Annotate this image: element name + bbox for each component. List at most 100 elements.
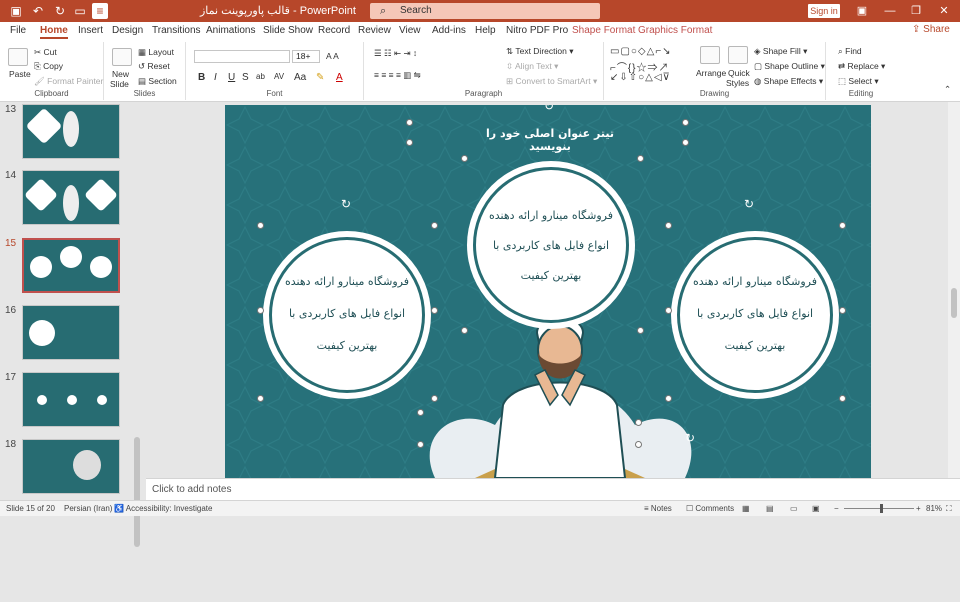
selection-handle[interactable] bbox=[257, 222, 264, 229]
tab-help[interactable]: Help bbox=[475, 25, 496, 36]
shapes-gallery[interactable]: ▭▢○◇△⌐↘ bbox=[610, 46, 672, 57]
thumbnail-slide[interactable] bbox=[22, 104, 120, 159]
thumbnail-slide-active[interactable] bbox=[22, 238, 120, 293]
font-name-box[interactable] bbox=[194, 50, 290, 63]
rotate-icon[interactable]: ↻ bbox=[544, 105, 554, 113]
highlight-icon[interactable]: ✎ bbox=[316, 72, 324, 83]
notes-button[interactable]: ≡ Notes bbox=[644, 504, 672, 513]
bold-button[interactable]: B bbox=[198, 72, 205, 83]
thumbnail-slide[interactable] bbox=[22, 372, 120, 427]
notes-pane[interactable]: Click to add notes bbox=[146, 478, 960, 500]
selection-handle[interactable] bbox=[461, 155, 468, 162]
collapse-ribbon-icon[interactable]: ⌃ bbox=[944, 84, 951, 95]
minimize-icon[interactable]: — bbox=[878, 2, 902, 20]
selection-handle[interactable] bbox=[431, 222, 438, 229]
selection-handle[interactable] bbox=[417, 409, 424, 416]
selection-handle[interactable] bbox=[417, 441, 424, 448]
undo-icon[interactable]: ↶ bbox=[30, 3, 46, 19]
selection-handle[interactable] bbox=[461, 327, 468, 334]
zoom-slider-thumb[interactable] bbox=[880, 504, 883, 513]
thumbnail-slide[interactable] bbox=[22, 439, 120, 494]
smartart-button[interactable]: ⊞ Convert to SmartArt ▾ bbox=[506, 76, 597, 87]
zoom-level[interactable]: 81% bbox=[926, 504, 942, 513]
selection-handle[interactable] bbox=[665, 222, 672, 229]
tab-addins[interactable]: Add-ins bbox=[432, 25, 466, 36]
selection-handle[interactable] bbox=[406, 139, 413, 146]
selection-handle[interactable] bbox=[682, 119, 689, 126]
thumbnail-scrollbar[interactable] bbox=[132, 207, 142, 602]
paste-icon[interactable] bbox=[8, 48, 28, 66]
fit-slide-icon[interactable]: ⛶ bbox=[946, 504, 952, 514]
cut-button[interactable]: ✂ Cut bbox=[34, 47, 57, 58]
slideshow-view-icon[interactable]: ▣ bbox=[812, 504, 820, 513]
scroll-thumb[interactable] bbox=[951, 288, 957, 318]
thumbnail-slide[interactable] bbox=[22, 305, 120, 360]
slide-sorter-icon[interactable]: ▤ bbox=[766, 504, 774, 513]
copy-button[interactable]: ⎘ Copy bbox=[34, 61, 63, 72]
selection-handle[interactable] bbox=[257, 307, 264, 314]
tab-slideshow[interactable]: Slide Show bbox=[263, 25, 313, 36]
tab-record[interactable]: Record bbox=[318, 25, 350, 36]
rotate-icon[interactable]: ↻ bbox=[744, 197, 754, 211]
paste-button[interactable]: Paste bbox=[9, 69, 31, 79]
selection-handle[interactable] bbox=[682, 139, 689, 146]
content-circle-middle[interactable]: فروشگاه مینارو ارائه دهنده انواع فایل ها… bbox=[467, 161, 635, 329]
arrange-button[interactable]: Arrange bbox=[696, 68, 726, 78]
rotate-icon[interactable]: ↻ bbox=[341, 197, 351, 211]
italic-button[interactable]: I bbox=[214, 72, 217, 83]
rotate-icon[interactable]: ↻ bbox=[685, 431, 695, 445]
selection-handle[interactable] bbox=[637, 155, 644, 162]
spacing-button[interactable]: AV bbox=[274, 72, 284, 81]
selection-handle[interactable] bbox=[839, 395, 846, 402]
quick-styles-button[interactable]: Quick bbox=[728, 68, 750, 78]
selection-handle[interactable] bbox=[635, 419, 642, 426]
selection-handle[interactable] bbox=[637, 327, 644, 334]
reset-button[interactable]: ↺ Reset bbox=[138, 61, 170, 72]
select-button[interactable]: ⬚ Select ▾ bbox=[838, 76, 879, 87]
selection-handle[interactable] bbox=[257, 395, 264, 402]
selection-handle[interactable] bbox=[406, 119, 413, 126]
tab-animations[interactable]: Animations bbox=[206, 25, 255, 36]
scroll-thumb[interactable] bbox=[134, 437, 140, 547]
tab-insert[interactable]: Insert bbox=[78, 25, 103, 36]
new-slide-icon[interactable] bbox=[112, 48, 132, 66]
section-button[interactable]: ▤ Section bbox=[138, 76, 177, 87]
grow-font-button[interactable]: A A bbox=[326, 51, 339, 61]
save-icon[interactable]: ▣ bbox=[8, 3, 24, 19]
find-button[interactable]: ⌕ Find bbox=[838, 46, 862, 57]
new-slide-button[interactable]: New bbox=[112, 69, 129, 79]
tab-review[interactable]: Review bbox=[358, 25, 391, 36]
align-text-button[interactable]: ⇳ Align Text ▾ bbox=[506, 61, 558, 72]
shape-effects-button[interactable]: ◍ Shape Effects ▾ bbox=[754, 76, 823, 87]
comments-button[interactable]: ☐ Comments bbox=[686, 504, 734, 513]
strikethrough-button[interactable]: S bbox=[242, 72, 249, 83]
tab-file[interactable]: File bbox=[10, 25, 26, 36]
underline-button[interactable]: U bbox=[228, 72, 235, 83]
change-case-button[interactable]: Aa bbox=[294, 72, 306, 83]
quick-styles-icon[interactable] bbox=[728, 46, 748, 64]
reading-view-icon[interactable]: ▭ bbox=[790, 504, 798, 513]
content-circle-right[interactable]: فروشگاه مینارو ارائه دهنده انواع فایل ها… bbox=[671, 231, 839, 399]
ribbon-display-icon[interactable]: ▣ bbox=[850, 2, 874, 20]
layout-button[interactable]: ▦ Layout bbox=[138, 47, 174, 58]
close-icon[interactable]: ✕ bbox=[932, 2, 956, 20]
align-icons[interactable]: ≡ ≡ ≡ ≡ ▥ ⇋ bbox=[374, 70, 421, 81]
replace-button[interactable]: ⇄ Replace ▾ bbox=[838, 61, 885, 72]
redo-icon[interactable]: ↻ bbox=[52, 3, 68, 19]
zoom-slider[interactable] bbox=[844, 504, 914, 513]
selection-handle[interactable] bbox=[665, 307, 672, 314]
maximize-icon[interactable]: ❐ bbox=[904, 2, 928, 20]
bullets-icon[interactable]: ☰ ☷ ⇤ ⇥ ↕ bbox=[374, 48, 417, 59]
tab-home[interactable]: Home bbox=[40, 25, 68, 39]
shape-fill-button[interactable]: ◈ Shape Fill ▾ bbox=[754, 46, 807, 57]
accessibility-status[interactable]: ♿ Accessibility: Investigate bbox=[114, 504, 212, 513]
text-direction-button[interactable]: ⇅ Text Direction ▾ bbox=[506, 46, 573, 57]
shadow-button[interactable]: ab bbox=[256, 72, 265, 81]
slide-title[interactable]: تیتر عنوان اصلی خود را بنویسید bbox=[475, 127, 625, 153]
start-from-beginning-icon[interactable]: ▭ bbox=[72, 3, 88, 19]
tab-shape-format[interactable]: Shape Format bbox=[572, 25, 635, 36]
selection-handle[interactable] bbox=[635, 441, 642, 448]
thumbnail-slide[interactable] bbox=[22, 170, 120, 225]
search-box[interactable]: ⌕ Search bbox=[370, 3, 600, 19]
tab-transitions[interactable]: Transitions bbox=[152, 25, 201, 36]
